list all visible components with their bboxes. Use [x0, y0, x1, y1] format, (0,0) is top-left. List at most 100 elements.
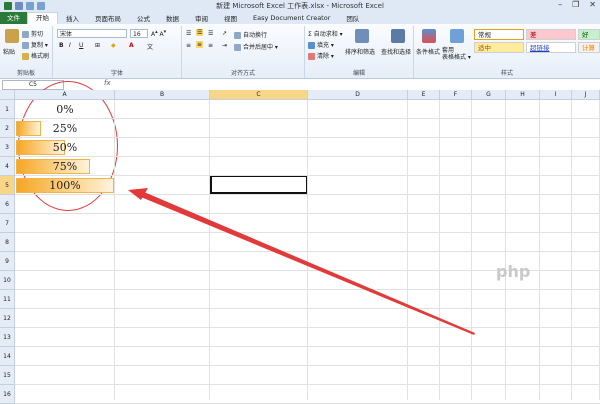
conditional-format-button[interactable]: 条件格式 — [416, 47, 440, 56]
row-header-11[interactable]: 11 — [0, 290, 15, 309]
cell-a4[interactable]: 75% — [15, 157, 115, 176]
column-header-g[interactable]: G — [472, 90, 506, 100]
row-header-9[interactable]: 9 — [0, 252, 15, 271]
autosum-button[interactable]: Σ 自动求和 ▾ — [308, 29, 343, 38]
row-header-14[interactable]: 14 — [0, 347, 15, 366]
fill-button[interactable]: 填充 ▾ — [308, 40, 334, 49]
style-bad[interactable]: 差 — [526, 29, 576, 40]
conditional-format-icon[interactable] — [422, 29, 436, 43]
fill-color-icon[interactable]: ◆ — [111, 42, 116, 49]
format-table-icon[interactable] — [450, 29, 464, 43]
format-painter-button[interactable]: 格式刷 — [22, 51, 49, 60]
column-header-a[interactable]: A — [15, 90, 115, 100]
row-header-4[interactable]: 4 — [0, 157, 15, 176]
italic-button[interactable]: I — [69, 42, 71, 49]
tab-easy-document-creator[interactable]: Easy Document Creator — [245, 14, 338, 22]
gridline-horizontal — [15, 365, 600, 366]
minimize-button[interactable]: – — [558, 0, 562, 9]
align-middle-icon[interactable]: ☰ — [196, 29, 204, 36]
paste-icon[interactable] — [5, 29, 19, 43]
row-header-5[interactable]: 5 — [0, 176, 15, 195]
alignment-group: ☰ ☰ ☰ ↗ 自动换行 ≡ ≡ ≡ ⇥ 合并后居中 ▾ 对齐方式 — [182, 26, 305, 78]
copy-button[interactable]: 复制 ▾ — [22, 40, 48, 49]
arrow-shaft — [136, 189, 475, 335]
wrap-text-button[interactable]: 自动换行 — [234, 30, 267, 39]
font-name-select[interactable]: 宋体 — [57, 29, 127, 38]
row-header-7[interactable]: 7 — [0, 214, 15, 233]
row-header-2[interactable]: 2 — [0, 119, 15, 138]
indent-icon[interactable]: ⇥ — [222, 42, 227, 49]
row-header-12[interactable]: 12 — [0, 309, 15, 328]
style-good[interactable]: 好 — [578, 29, 600, 40]
format-table-button[interactable]: 套用 表格格式 ▾ — [442, 47, 471, 61]
align-bottom-icon[interactable]: ☰ — [208, 30, 213, 37]
tab-review[interactable]: 审阅 — [187, 13, 216, 23]
cut-button[interactable]: 剪切 — [22, 29, 43, 38]
font-size-select[interactable]: 16 — [130, 29, 148, 38]
font-grow-icon[interactable]: A▴ A▾ — [151, 29, 166, 38]
column-header-e[interactable]: E — [408, 90, 440, 100]
style-normal[interactable]: 常规 — [474, 29, 524, 40]
tab-home[interactable]: 开始 — [27, 12, 58, 24]
align-top-icon[interactable]: ☰ — [186, 30, 191, 37]
row-header-8[interactable]: 8 — [0, 233, 15, 252]
cell-a2[interactable]: 25% — [15, 119, 115, 138]
tab-page-layout[interactable]: 页面布局 — [87, 13, 129, 23]
cell-a3[interactable]: 50% — [15, 138, 115, 157]
font-color-icon[interactable]: A — [129, 42, 134, 49]
paste-button[interactable]: 粘贴 — [3, 47, 15, 56]
column-header-f[interactable]: F — [440, 90, 472, 100]
gridline-vertical — [439, 100, 440, 400]
worksheet[interactable]: A B C D E F G H I J 1 2 3 4 5 6 7 8 9 10 11 12 13 14 15 16 0% 25% 50… — [0, 81, 600, 404]
sort-filter-icon[interactable] — [355, 29, 369, 43]
row-header-16[interactable]: 16 — [0, 385, 15, 404]
gridline-vertical — [471, 100, 472, 400]
column-header-c[interactable]: C — [210, 90, 308, 100]
column-header-i[interactable]: I — [540, 90, 572, 100]
find-select-icon[interactable] — [391, 29, 405, 43]
active-cell-c5[interactable] — [210, 175, 308, 194]
style-neutral[interactable]: 适中 — [474, 42, 524, 53]
cell-a5[interactable]: 100% — [15, 176, 115, 195]
tab-file[interactable]: 文件 — [0, 12, 27, 24]
phonetic-icon[interactable]: 文 — [147, 42, 153, 51]
sort-filter-button[interactable]: 排序和筛选 — [345, 47, 375, 56]
underline-button[interactable]: U — [79, 42, 83, 49]
align-left-icon[interactable]: ≡ — [186, 42, 191, 49]
bold-button[interactable]: B — [59, 42, 64, 49]
style-calculation[interactable]: 计算 — [578, 42, 600, 53]
style-hyperlink[interactable]: 超链接 — [526, 42, 576, 53]
cell-a1[interactable]: 0% — [15, 100, 115, 119]
gridline-vertical — [571, 100, 572, 400]
tab-view[interactable]: 视图 — [216, 13, 245, 23]
tab-data[interactable]: 数据 — [158, 13, 187, 23]
gridline-horizontal — [15, 232, 600, 233]
column-header-d[interactable]: D — [308, 90, 408, 100]
close-button[interactable]: ✕ — [589, 0, 596, 9]
tab-formulas[interactable]: 公式 — [129, 13, 158, 23]
find-select-button[interactable]: 查找和选择 — [381, 47, 411, 56]
clipboard-group: 粘贴 剪切 复制 ▾ 格式刷 剪贴板 — [0, 26, 53, 78]
row-header-1[interactable]: 1 — [0, 100, 15, 119]
align-center-icon[interactable]: ≡ — [196, 41, 204, 48]
orientation-icon[interactable]: ↗ — [222, 30, 227, 37]
column-header-b[interactable]: B — [115, 90, 210, 100]
tab-team[interactable]: 团队 — [338, 13, 367, 23]
align-right-icon[interactable]: ≡ — [208, 42, 213, 49]
editing-group: Σ 自动求和 ▾ 填充 ▾ 清除 ▾ 排序和筛选 查找和选择 编辑 — [305, 26, 414, 78]
row-header-6[interactable]: 6 — [0, 195, 15, 214]
clear-button[interactable]: 清除 ▾ — [308, 51, 334, 60]
styles-group: 条件格式 套用 表格格式 ▾ 常规 差 好 适中 超链接 计算 样式 — [414, 26, 600, 78]
column-header-j[interactable]: J — [572, 90, 600, 100]
insert-function-button[interactable]: fx — [104, 79, 111, 87]
merge-center-button[interactable]: 合并后居中 ▾ — [234, 42, 278, 51]
restore-button[interactable]: ❐ — [572, 0, 579, 9]
row-header-13[interactable]: 13 — [0, 328, 15, 347]
row-header-10[interactable]: 10 — [0, 271, 15, 290]
tab-insert[interactable]: 插入 — [58, 13, 87, 23]
row-header-3[interactable]: 3 — [0, 138, 15, 157]
select-all-corner[interactable] — [0, 90, 15, 100]
column-header-h[interactable]: H — [506, 90, 540, 100]
border-icon[interactable]: ⊞ — [95, 42, 100, 49]
row-header-15[interactable]: 15 — [0, 366, 15, 385]
